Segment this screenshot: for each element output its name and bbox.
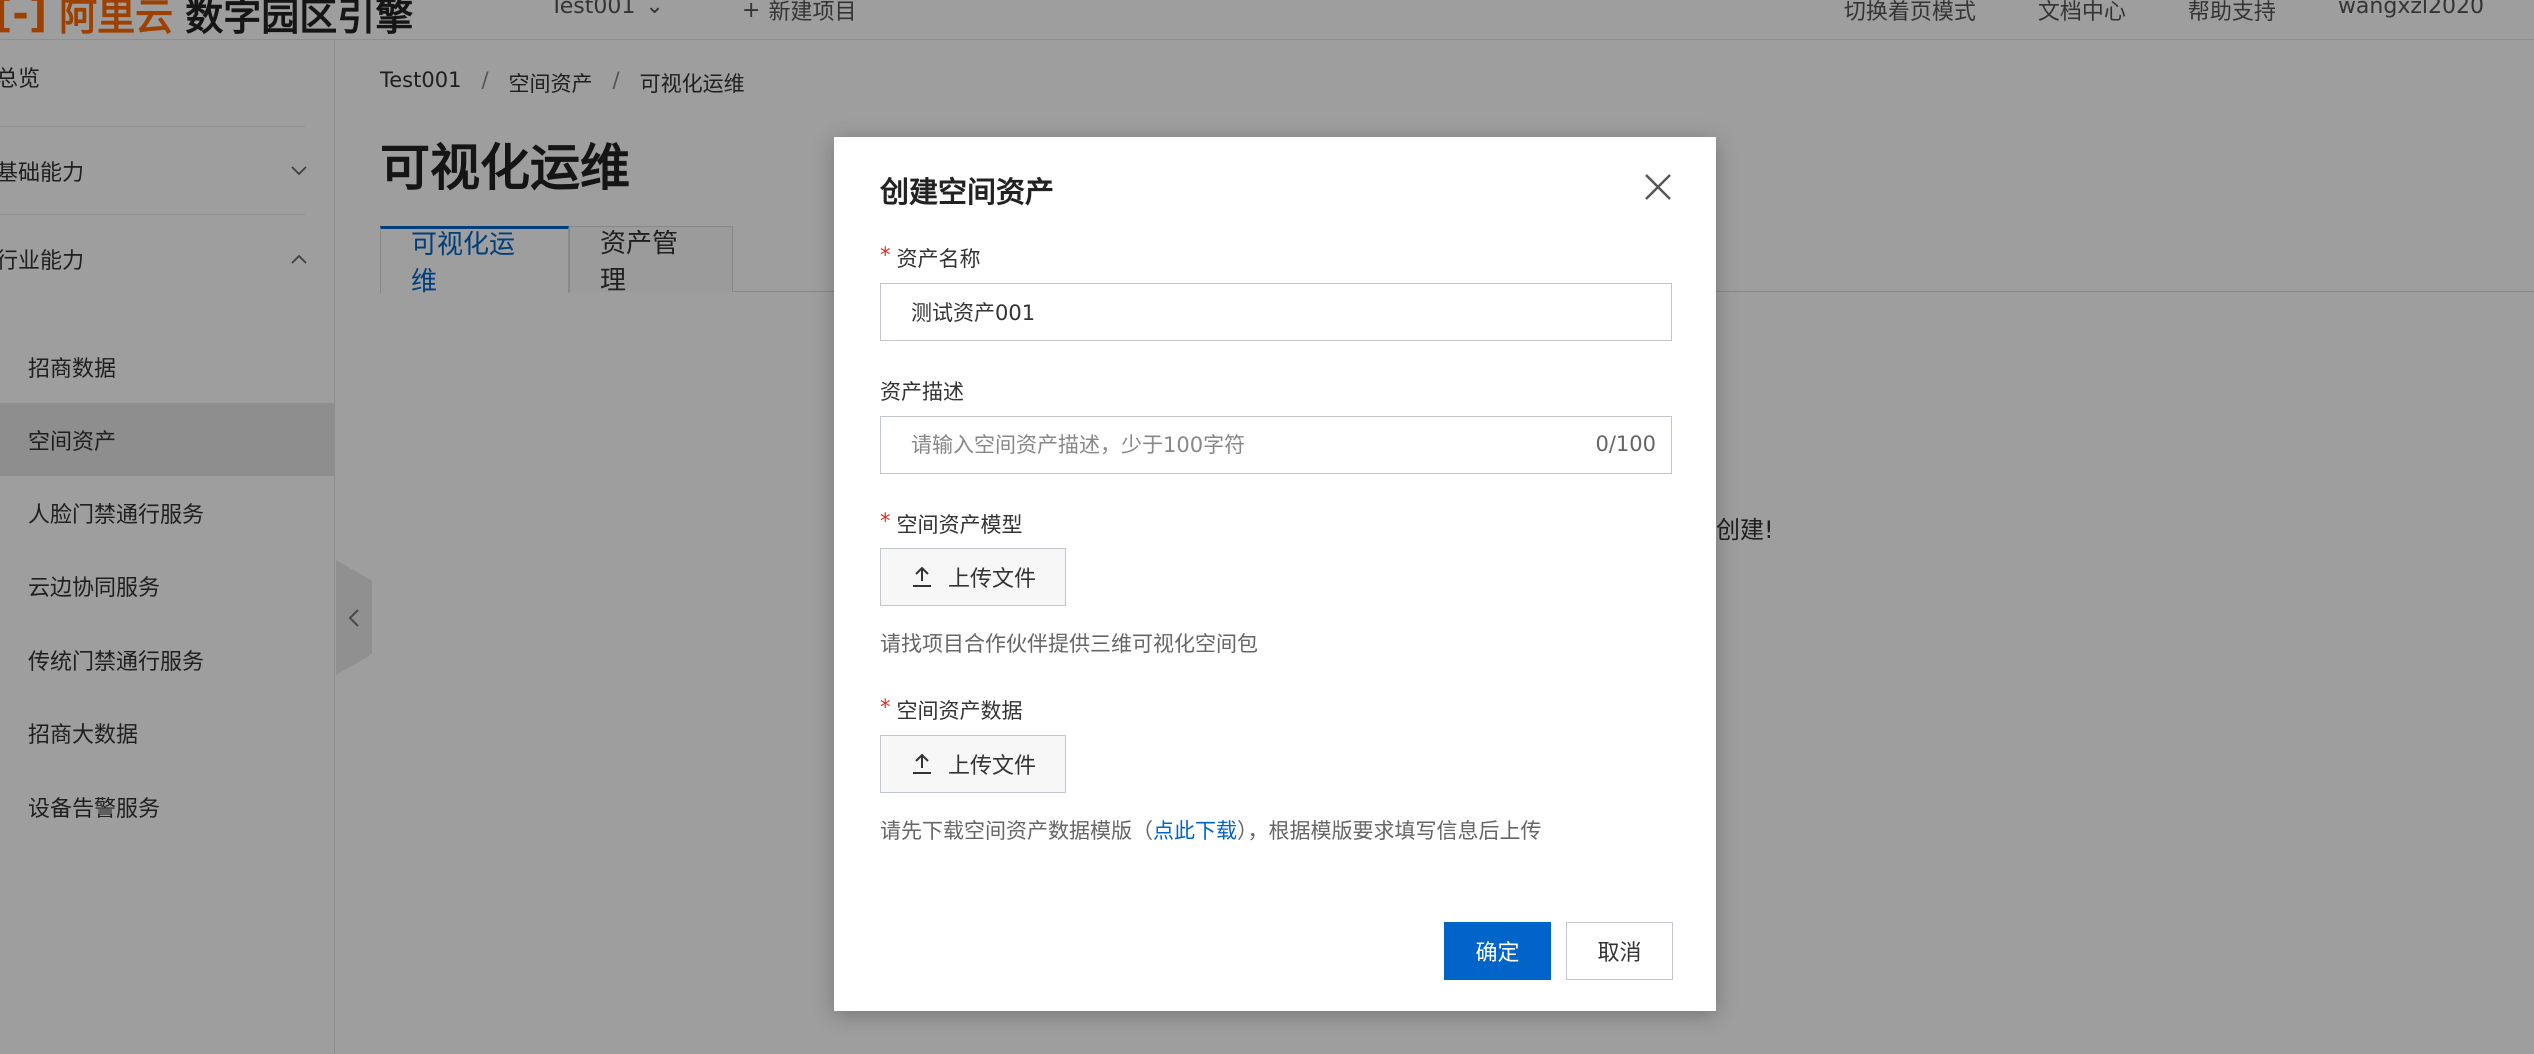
- close-icon[interactable]: [1642, 171, 1674, 203]
- upload-model-button[interactable]: 上传文件: [880, 548, 1066, 606]
- asset-name-input[interactable]: [880, 283, 1672, 341]
- asset-name-label: * 资产名称: [880, 243, 981, 273]
- upload-label: 上传文件: [947, 567, 1036, 592]
- required-mark: *: [880, 509, 891, 533]
- hint-text: ），根据模版要求填写信息后上传: [1237, 819, 1542, 843]
- asset-model-label: * 空间资产模型: [880, 509, 1023, 539]
- upload-icon: [912, 566, 931, 587]
- asset-data-label: * 空间资产数据: [880, 695, 1023, 725]
- label-text: 空间资产模型: [896, 513, 1023, 537]
- asset-description-input[interactable]: [880, 416, 1672, 474]
- dialog-title: 创建空间资产: [880, 175, 1055, 209]
- label-text: 资产名称: [896, 247, 981, 271]
- cancel-button[interactable]: 取消: [1566, 922, 1673, 980]
- download-template-link[interactable]: 点此下载: [1153, 819, 1237, 843]
- data-hint: 请先下载空间资产数据模版（点此下载），根据模版要求填写信息后上传: [880, 815, 1542, 845]
- required-mark: *: [880, 695, 891, 719]
- hint-text: 请先下载空间资产数据模版（: [880, 819, 1153, 843]
- create-asset-dialog: 创建空间资产 * 资产名称 资产描述 0/100 * 空间资产模型 上传文件 请…: [834, 137, 1716, 1011]
- upload-label: 上传文件: [947, 754, 1036, 779]
- required-mark: *: [880, 243, 891, 267]
- label-text: 资产描述: [880, 380, 964, 404]
- upload-data-button[interactable]: 上传文件: [880, 735, 1066, 793]
- model-hint: 请找项目合作伙伴提供三维可视化空间包: [880, 632, 1258, 656]
- asset-description-label: 资产描述: [880, 376, 964, 406]
- character-counter: 0/100: [1595, 432, 1656, 456]
- label-text: 空间资产数据: [896, 699, 1023, 723]
- confirm-button[interactable]: 确定: [1444, 922, 1551, 980]
- upload-icon: [912, 753, 931, 774]
